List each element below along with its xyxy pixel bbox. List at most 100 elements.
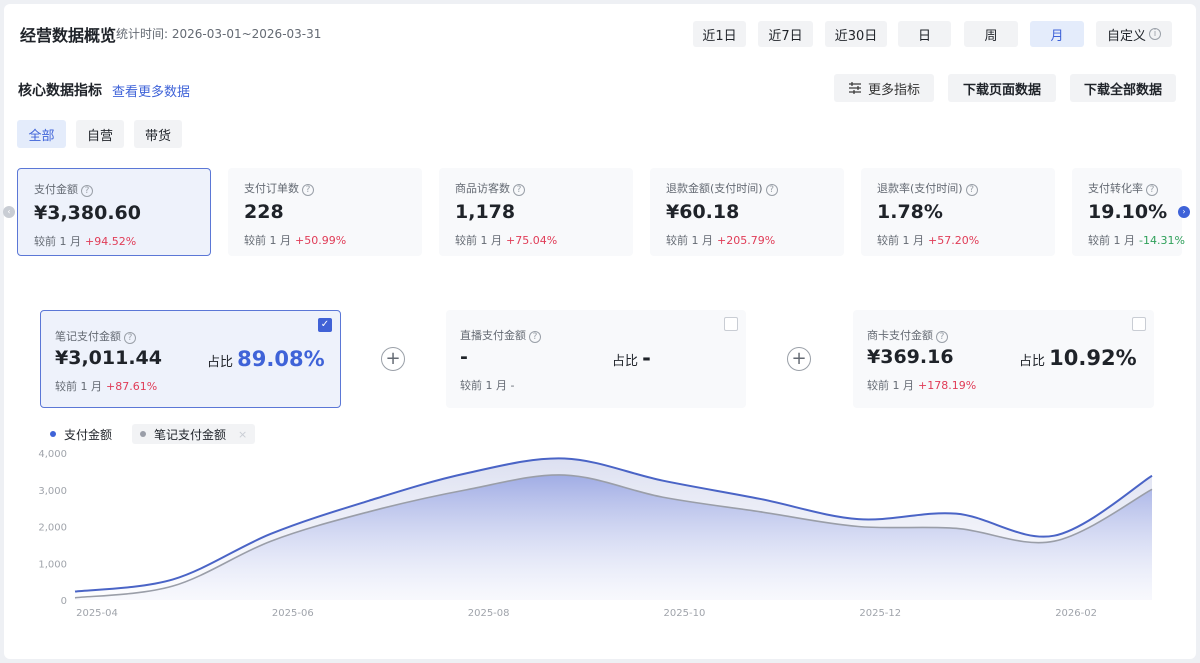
metric-card-conversion-rate[interactable]: 支付转化率? 19.10% 较前 1 月 -14.31% [1072, 168, 1185, 256]
breakdown-value: ¥3,011.44 [55, 347, 162, 369]
metric-card-refund-amount[interactable]: 退款金额(支付时间)? ¥60.18 较前 1 月 +205.79% [650, 168, 844, 256]
info-icon: ? [124, 332, 136, 344]
x-tick-label: 2025-08 [468, 608, 510, 619]
y-tick-label: 4,000 [38, 449, 67, 460]
metric-compare: 较前 1 月 +50.99% [244, 234, 347, 247]
x-tick-label: 2025-12 [859, 608, 901, 619]
scroll-left-arrow-icon[interactable]: ‹ [3, 206, 15, 218]
metric-change: -14.31% [1139, 234, 1185, 247]
download-page-button[interactable]: 下载页面数据 [948, 74, 1056, 102]
breakdown-value: ¥369.16 [867, 346, 954, 368]
series-area-note-payment [75, 474, 1152, 600]
breakdown-change: +87.61% [106, 380, 158, 393]
metric-card-visitors[interactable]: 商品访客数? 1,178 较前 1 月 +75.04% [439, 168, 633, 256]
range-month-button[interactable]: 月 [1030, 21, 1084, 47]
metric-label: 支付转化率? [1088, 180, 1158, 196]
breakdown-label: 直播支付金额? [460, 327, 541, 343]
breakdown-compare: 较前 1 月 +178.19% [867, 379, 977, 392]
x-tick-label: 2025-04 [76, 608, 118, 619]
breakdown-change: +178.19% [918, 379, 977, 392]
metric-change: +205.79% [717, 234, 776, 247]
metric-value: ¥3,380.60 [34, 202, 141, 224]
filter-self-tab[interactable]: 自营 [76, 120, 124, 148]
range-week-button[interactable]: 周 [964, 21, 1018, 47]
breakdown-share: 占比 89.08% [207, 347, 325, 371]
range-1d-button[interactable]: 近1日 [693, 21, 746, 47]
breakdown-label: 笔记支付金额? [55, 328, 136, 344]
section-title: 核心数据指标 [18, 83, 102, 99]
y-tick-label: 1,000 [38, 559, 67, 570]
info-icon: ? [529, 331, 541, 343]
breakdown-compare: 较前 1 月 - [460, 379, 515, 392]
range-7d-button[interactable]: 近7日 [758, 21, 813, 47]
metric-value: 228 [244, 201, 284, 223]
metric-change: +57.20% [928, 234, 980, 247]
y-tick-label: 0 [61, 596, 67, 607]
metric-value: ¥60.18 [666, 201, 740, 223]
metric-change: +75.04% [506, 234, 558, 247]
share-value: - [642, 346, 651, 370]
more-metrics-label: 更多指标 [867, 82, 920, 98]
metric-compare: 较前 1 月 -14.31% [1088, 234, 1185, 247]
checkbox[interactable] [724, 317, 738, 331]
breakdown-card-product-card[interactable]: 商卡支付金额? ¥369.16 占比 10.92% 较前 1 月 +178.19% [853, 310, 1154, 408]
scroll-right-arrow-icon[interactable]: › [1178, 206, 1190, 218]
breakdown-share: 占比 - [612, 346, 651, 370]
breakdown-value: - [460, 346, 468, 368]
metric-value: 1,178 [455, 201, 516, 223]
metric-card-order-count[interactable]: 支付订单数? 228 较前 1 月 +50.99% [228, 168, 422, 256]
metric-compare: 较前 1 月 +205.79% [666, 234, 776, 247]
page-title: 经营数据概览 [20, 26, 117, 45]
metric-compare: 较前 1 月 +75.04% [455, 234, 558, 247]
metric-value: 1.78% [877, 201, 943, 223]
metric-value: 19.10% [1088, 201, 1168, 223]
metric-compare: 较前 1 月 +94.52% [34, 235, 137, 248]
range-30d-button[interactable]: 近30日 [825, 21, 887, 47]
info-icon: ? [765, 184, 778, 196]
metric-card-refund-rate[interactable]: 退款率(支付时间)? 1.78% 较前 1 月 +57.20% [861, 168, 1055, 256]
download-all-button[interactable]: 下载全部数据 [1070, 74, 1176, 102]
range-custom-button[interactable]: 自定义 i [1096, 21, 1172, 47]
y-tick-label: 2,000 [38, 523, 67, 534]
metric-label: 退款率(支付时间)? [877, 180, 978, 196]
filter-sliders-icon [848, 82, 861, 94]
metric-label: 商品访客数? [455, 180, 525, 196]
more-metrics-button[interactable]: 更多指标 [834, 74, 934, 102]
trend-chart: 0 1,000 2,000 3,000 4,000 2025-04 2025-06 2025-… [38, 449, 1153, 619]
info-icon: ? [81, 185, 93, 197]
metric-change: +94.52% [85, 235, 137, 248]
breakdown-share: 占比 10.92% [1019, 346, 1137, 370]
breakdown-card-live[interactable]: 直播支付金额? - 占比 - 较前 1 月 - [446, 310, 746, 408]
filter-all-tab[interactable]: 全部 [17, 120, 66, 148]
metric-label: 退款金额(支付时间)? [666, 180, 778, 196]
breakdown-card-note[interactable]: ✓ 笔记支付金额? ¥3,011.44 占比 89.08% 较前 1 月 +87.… [40, 310, 341, 408]
x-tick-label: 2025-06 [272, 608, 314, 619]
x-tick-label: 2026-02 [1055, 608, 1097, 619]
breakdown-label: 商卡支付金额? [867, 327, 948, 343]
breakdown-compare: 较前 1 月 +87.61% [55, 380, 158, 393]
range-custom-label: 自定义 [1106, 28, 1146, 44]
filter-sales-tab[interactable]: 带货 [134, 120, 182, 148]
checkbox[interactable] [1132, 317, 1146, 331]
metric-label: 支付订单数? [244, 180, 314, 196]
info-icon: ? [965, 184, 978, 196]
info-icon: ? [302, 184, 314, 196]
info-icon: i [1149, 28, 1161, 40]
plus-icon: + [787, 347, 811, 371]
info-icon: ? [1146, 184, 1158, 196]
check-icon[interactable]: ✓ [318, 318, 332, 332]
metric-compare: 较前 1 月 +57.20% [877, 234, 980, 247]
metric-card-payment-amount[interactable]: 支付金额? ¥3,380.60 较前 1 月 +94.52% [17, 168, 211, 256]
y-tick-label: 3,000 [38, 486, 67, 497]
breakdown-change: - [510, 379, 515, 392]
close-icon[interactable]: × [238, 428, 247, 441]
info-icon: ? [513, 184, 525, 196]
legend-dot [50, 431, 56, 437]
metric-change: +50.99% [295, 234, 347, 247]
legend-dot [140, 431, 146, 437]
range-day-button[interactable]: 日 [898, 21, 951, 47]
share-value: 10.92% [1049, 346, 1137, 370]
info-icon: ? [936, 331, 948, 343]
more-data-link[interactable]: 查看更多数据 [112, 81, 190, 100]
stat-time: 统计时间: 2026-03-01~2026-03-31 [116, 27, 322, 41]
